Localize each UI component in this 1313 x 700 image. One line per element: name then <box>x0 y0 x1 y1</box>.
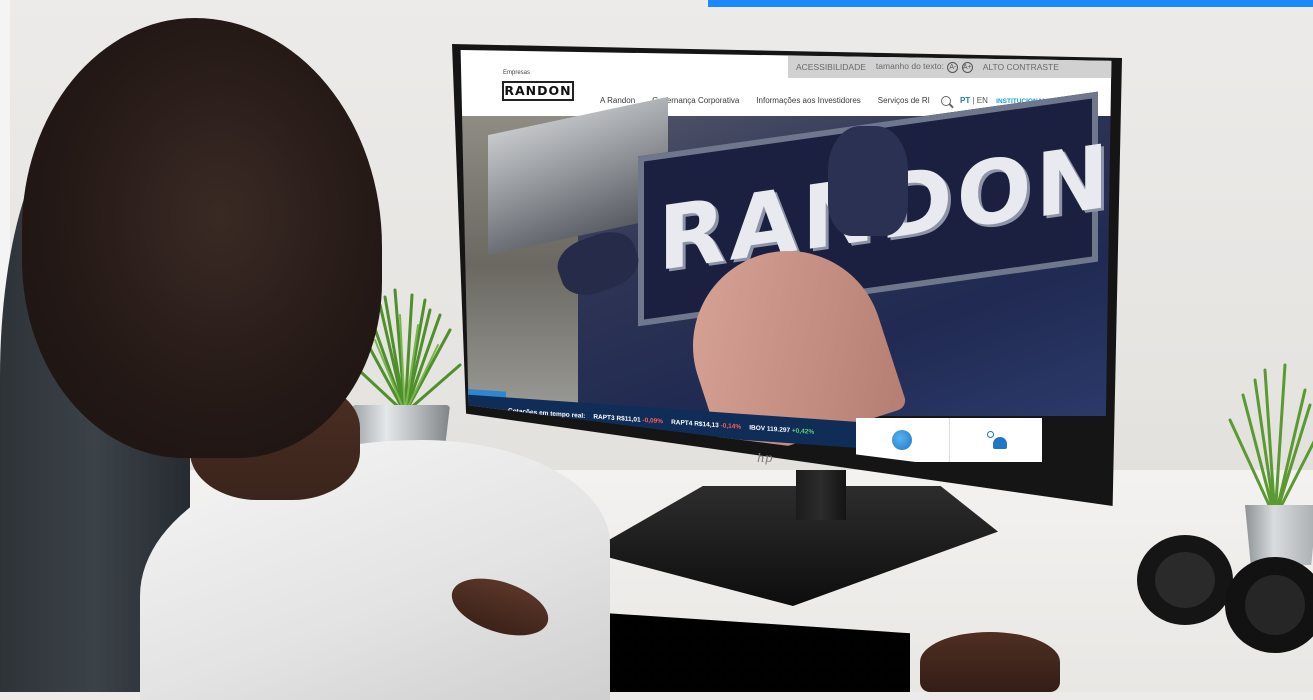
ticker-quote: IBOV 119.297 +0,42% <box>749 424 814 436</box>
monitor-stand-neck <box>796 470 846 520</box>
accessibility-link[interactable]: ACESSIBILIDADE <box>796 62 866 72</box>
person-right-hand <box>920 632 1060 692</box>
logo-caption: Empresas <box>503 70 531 76</box>
ticker-symbol: RAPT3 <box>593 412 615 422</box>
increase-text-button[interactable]: A+ <box>961 62 973 73</box>
ticker-price: R$11,01 <box>616 414 641 424</box>
lang-separator: | <box>972 96 975 105</box>
quick-action-globe[interactable] <box>856 418 950 462</box>
ticker-price: 119.297 <box>766 425 791 434</box>
ticker-symbol: RAPT4 <box>671 418 693 427</box>
ticker-quote: RAPT4 R$14,13 -0,14% <box>671 418 741 430</box>
nav-item-servicos-ri[interactable]: Serviços de RI <box>878 96 930 105</box>
lang-en-link[interactable]: EN <box>977 96 988 105</box>
nav-item-a-randon[interactable]: A Randon <box>600 96 635 105</box>
lang-pt-link[interactable]: PT <box>960 96 970 105</box>
ticker-change: +0,42% <box>791 426 815 436</box>
decrease-text-button[interactable]: A- <box>947 62 959 73</box>
globe-icon <box>892 430 913 450</box>
hp-logo: hp <box>757 451 773 465</box>
quick-action-people[interactable] <box>950 418 1043 462</box>
headphones-icon <box>1137 535 1313 653</box>
text-size-control: tamanho do texto: A- A+ <box>876 61 973 73</box>
high-contrast-toggle[interactable]: ALTO CONTRASTE <box>983 62 1059 72</box>
top-accent-bar <box>708 0 1313 7</box>
quick-actions <box>856 418 1042 462</box>
ticker-change: -0,09% <box>642 416 664 425</box>
randon-logo[interactable]: RANDON <box>502 81 574 101</box>
gloved-hand-right <box>828 126 908 236</box>
potted-plant-right <box>1228 363 1313 520</box>
ticker-change: -0,14% <box>720 421 742 431</box>
search-icon[interactable] <box>941 96 951 106</box>
people-icon <box>985 431 1007 449</box>
person-head <box>22 18 382 458</box>
text-size-label: tamanho do texto: <box>875 61 944 71</box>
ticker-price: R$14,13 <box>694 420 719 429</box>
hero-banner: RANDON <box>460 91 1112 466</box>
ticker-symbol: IBOV <box>749 423 766 432</box>
nav-item-investidores[interactable]: Informações aos Investidores <box>756 96 861 105</box>
